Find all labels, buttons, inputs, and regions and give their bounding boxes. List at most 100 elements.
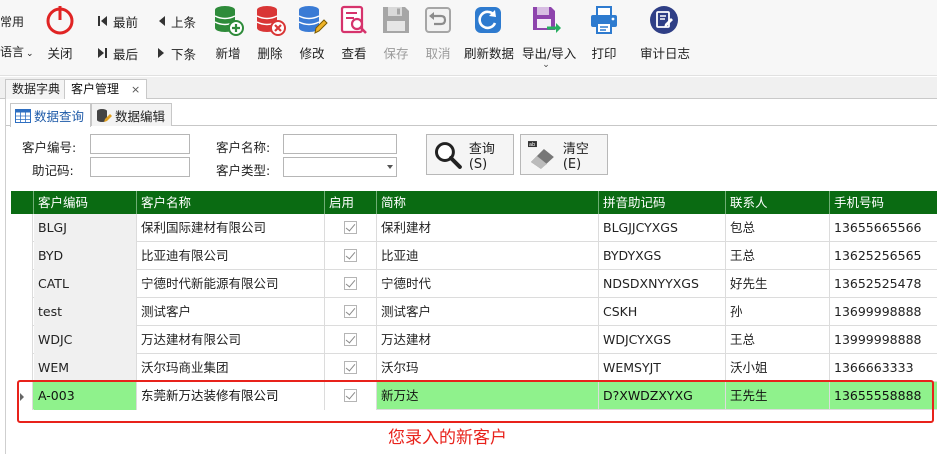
database-add-icon xyxy=(214,6,244,36)
cell-short-name: 新万达 xyxy=(377,382,599,410)
cell-customer-name: 保利国际建材有限公司 xyxy=(137,214,325,242)
cell-contact: 王总 xyxy=(726,326,830,354)
toolbar: 常用 语言 ⌄ 关闭 最前 上条 最后 下条 新增 删除 修改 查看 保存 取消… xyxy=(0,0,937,76)
tab-data-query[interactable]: 数据查询 xyxy=(10,103,92,127)
cell-pinyin: NDSDXNYYXGS xyxy=(599,270,726,298)
enabled-checkbox[interactable] xyxy=(344,249,357,262)
delete-button[interactable]: 删除 xyxy=(246,4,294,62)
cell-customer-name: 测试客户 xyxy=(137,298,325,326)
add-button[interactable]: 新增 xyxy=(204,4,252,62)
header-pinyin[interactable]: 拼音助记码 xyxy=(599,191,726,214)
table-row[interactable]: BYD 比亚迪有限公司 比亚迪 BYDYXGS 王总 13625256565 xyxy=(11,242,937,270)
table-row[interactable]: WDJC 万达建材有限公司 万达建材 WDJCYXGS 王总 139999988… xyxy=(11,326,937,354)
row-indicator xyxy=(11,214,33,242)
enabled-checkbox[interactable] xyxy=(344,305,357,318)
cell-pinyin: WEMSYJT xyxy=(599,354,726,382)
printer-icon xyxy=(591,6,617,34)
customer-name-label: 客户名称: xyxy=(216,140,271,155)
tab-customer-management[interactable]: 客户管理 × xyxy=(64,79,148,100)
cell-customer-name: 沃尔玛商业集团 xyxy=(137,354,325,382)
row-indicator xyxy=(11,270,33,298)
table-row[interactable]: CATL 宁德时代新能源有限公司 宁德时代 NDSDXNYYXGS 好先生 13… xyxy=(11,270,937,298)
mnemonic-input[interactable] xyxy=(90,157,190,177)
eraser-icon: ab xyxy=(527,140,554,169)
next-record-button[interactable]: 下条 xyxy=(158,44,196,62)
enabled-checkbox[interactable] xyxy=(344,333,357,346)
table-row[interactable]: BLGJ 保利国际建材有限公司 保利建材 BLGJJCYXGS 包总 13655… xyxy=(11,214,937,242)
header-enabled[interactable]: 启用 xyxy=(325,191,377,214)
power-icon xyxy=(46,6,74,35)
header-contact[interactable]: 联系人 xyxy=(726,191,830,214)
cell-contact: 沃小姐 xyxy=(726,354,830,382)
toolbar-partial-language[interactable]: 语言 ⌄ xyxy=(0,43,34,60)
cell-enabled xyxy=(325,214,377,242)
header-customer-name[interactable]: 客户名称 xyxy=(137,191,325,214)
audit-log-icon xyxy=(650,6,678,34)
previous-record-icon xyxy=(159,16,165,26)
cell-short-name: 保利建材 xyxy=(377,214,599,242)
cell-short-name: 测试客户 xyxy=(377,298,599,326)
tab-data-edit[interactable]: 数据编辑 xyxy=(91,103,173,126)
clear-button[interactable]: ab 清空(E) xyxy=(520,134,608,175)
table-row[interactable]: test 测试客户 测试客户 CSKH 孙 13699998888 xyxy=(11,298,937,326)
query-button[interactable]: 查询(S) xyxy=(426,134,514,175)
toolbar-partial-common[interactable]: 常用 xyxy=(0,13,24,30)
cell-customer-code: WEM xyxy=(34,354,137,382)
view-button[interactable]: 查看 xyxy=(330,4,378,62)
cancel-button[interactable]: 取消 xyxy=(414,4,462,62)
cell-contact: 好先生 xyxy=(726,270,830,298)
chevron-down-icon: ⌄ xyxy=(542,60,550,70)
database-delete-icon xyxy=(256,6,286,36)
row-indicator xyxy=(11,382,33,410)
cell-phone: 13655665566 xyxy=(834,220,922,235)
row-indicator xyxy=(11,326,33,354)
last-record-icon xyxy=(98,48,107,58)
cell-phone: 13999998888 xyxy=(834,332,922,347)
audit-log-button[interactable]: 审计日志 xyxy=(640,4,690,62)
database-edit-icon xyxy=(298,6,328,34)
cell-customer-name: 宁德时代新能源有限公司 xyxy=(137,270,325,298)
cell-pinyin: BLGJJCYXGS xyxy=(599,214,726,242)
header-customer-code[interactable]: 客户编码 xyxy=(34,191,137,214)
cell-contact: 包总 xyxy=(726,214,830,242)
table-row-selected[interactable]: A-003 东莞新万达装修有限公司 新万达 D?XWDZXYXG 王先生 136… xyxy=(11,382,937,410)
close-icon[interactable]: × xyxy=(131,83,140,96)
previous-record-button[interactable]: 上条 xyxy=(158,12,196,30)
tab-data-dictionary[interactable]: 数据字典 xyxy=(5,79,68,99)
customer-code-input[interactable] xyxy=(90,134,190,154)
save-button[interactable]: 保存 xyxy=(372,4,420,62)
database-edit-icon xyxy=(97,108,112,122)
svg-text:ab: ab xyxy=(529,142,535,148)
cell-enabled xyxy=(325,382,377,410)
cell-customer-code: WDJC xyxy=(34,326,137,354)
close-button[interactable]: 关闭 xyxy=(36,4,84,62)
undo-icon xyxy=(425,7,451,33)
cell-pinyin: BYDYXGS xyxy=(599,242,726,270)
document-tab-strip: 数据字典 客户管理 × xyxy=(0,77,937,100)
save-icon xyxy=(383,7,409,33)
cell-phone: 13655558888 xyxy=(834,388,922,403)
table-row[interactable]: WEM 沃尔玛商业集团 沃尔玛 WEMSYJT 沃小姐 1366663333 xyxy=(11,354,937,382)
header-phone[interactable]: 手机号码 xyxy=(830,191,937,214)
enabled-checkbox[interactable] xyxy=(344,221,357,234)
print-button[interactable]: 打印 xyxy=(580,4,628,62)
header-short-name[interactable]: 简称 xyxy=(377,191,599,214)
header-indicator xyxy=(11,191,34,214)
customer-type-select[interactable] xyxy=(283,157,397,177)
cell-customer-name: 万达建材有限公司 xyxy=(137,326,325,354)
customer-name-input[interactable] xyxy=(283,134,397,154)
cell-customer-code: test xyxy=(34,298,137,326)
edit-button[interactable]: 修改 xyxy=(288,4,336,62)
enabled-checkbox[interactable] xyxy=(344,277,357,290)
export-import-button[interactable]: 导出/导入 ⌄ xyxy=(522,4,576,70)
mnemonic-label: 助记码: xyxy=(32,163,74,178)
cell-customer-name: 东莞新万达装修有限公司 xyxy=(137,382,325,410)
row-indicator xyxy=(11,242,33,270)
enabled-checkbox[interactable] xyxy=(344,389,357,402)
last-record-button[interactable]: 最后 xyxy=(98,44,138,62)
first-record-button[interactable]: 最前 xyxy=(98,12,138,30)
cell-enabled xyxy=(325,354,377,382)
row-indicator xyxy=(11,354,33,382)
enabled-checkbox[interactable] xyxy=(344,361,357,374)
refresh-data-button[interactable]: 刷新数据 xyxy=(464,4,514,62)
